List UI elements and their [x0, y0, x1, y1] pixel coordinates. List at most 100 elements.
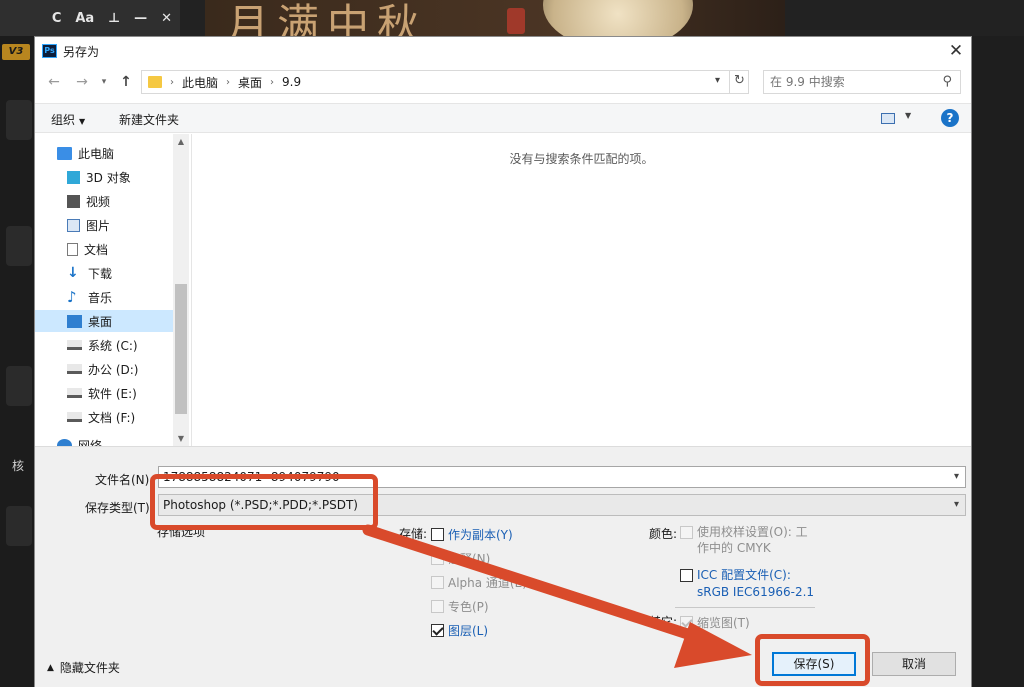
annotation-save-highlight [755, 634, 870, 686]
scroll-down-icon[interactable]: ▼ [173, 434, 189, 443]
view-mode-icon[interactable] [881, 113, 895, 124]
canvas-banner: 月满中秋 [205, 0, 785, 36]
tree-item-documents[interactable]: 文档 [35, 238, 173, 260]
filetype-label: 保存类型(T): [85, 501, 154, 515]
address-dropdown-icon[interactable]: ▾ [715, 75, 720, 86]
layers-label: 图层(L) [448, 624, 489, 638]
tree-item-videos[interactable]: 视频 [35, 190, 173, 212]
alpha-channels-label: Alpha 通道(E) [448, 576, 527, 590]
breadcrumb-separator: › [226, 76, 231, 88]
download-icon: ↓ [67, 264, 79, 281]
drive-icon [67, 388, 82, 398]
tree-scrollbar[interactable]: ▲ ▼ [173, 134, 189, 446]
tree-item-label: 网络 [78, 438, 103, 447]
as-copy-checkbox[interactable]: 作为副本(Y) [431, 526, 513, 543]
storage-label: 存储: [399, 527, 428, 541]
tree-item-network[interactable]: 网络 [35, 434, 173, 446]
address-bar[interactable]: › 此电脑 › 桌面 › 9.9 ▾ [141, 70, 749, 94]
scrollbar-thumb[interactable] [175, 284, 187, 414]
alpha-channels-checkbox: Alpha 通道(E) [431, 574, 527, 591]
forward-arrow-icon[interactable]: → [73, 73, 91, 91]
icc-profile-label: ICC 配置文件(C): [697, 568, 791, 582]
cube-icon [67, 170, 80, 184]
view-dropdown-icon[interactable]: ▼ [905, 111, 911, 120]
spot-colors-checkbox: 专色(P) [431, 598, 489, 615]
annotation-filetype-highlight [150, 474, 378, 530]
tree-item-label: 3D 对象 [86, 170, 131, 185]
film-icon [67, 194, 80, 208]
search-input[interactable] [770, 75, 930, 89]
thumbnail-label: 缩览图(T) [697, 616, 750, 630]
annotations-checkbox: 注释(N) [431, 550, 490, 567]
search-icon: ⚲ [942, 74, 952, 89]
chevron-down-icon: ▼ [79, 117, 86, 126]
tree-item-drive-d[interactable]: 办公 (D:) [35, 358, 173, 380]
organize-button[interactable]: 组织 ▼ [51, 111, 85, 128]
filename-label: 文件名(N): [95, 473, 154, 487]
tree-item-downloads[interactable]: ↓ 下载 [35, 262, 173, 284]
tree-item-drive-c[interactable]: 系统 (C:) [35, 334, 173, 356]
panel-thumbnail[interactable] [6, 100, 32, 140]
panel-thumbnail[interactable] [6, 506, 32, 546]
as-copy-label: 作为副本(Y) [448, 528, 513, 542]
close-icon[interactable]: ✕ [941, 37, 971, 65]
navigation-tree: 此电脑 3D 对象 视频 图片 文档 ↓ 下载 ♪ 音乐 桌面 系统 (C:) … [35, 134, 189, 446]
icc-profile-checkbox[interactable]: ICC 配置文件(C): sRGB IEC61966-2.1 [680, 567, 814, 601]
tree-item-3d-objects[interactable]: 3D 对象 [35, 166, 173, 188]
minimize-icon[interactable]: — [134, 11, 147, 26]
tree-item-label: 图片 [86, 218, 111, 233]
thumbnail-checkbox: 缩览图(T) [680, 614, 750, 631]
checkbox-box[interactable] [431, 528, 444, 541]
panel-thumbnail[interactable] [6, 226, 32, 266]
tree-item-pictures[interactable]: 图片 [35, 214, 173, 236]
options-divider [675, 607, 815, 608]
right-panel [972, 36, 1024, 687]
version-badge: V3 [2, 44, 30, 60]
panel-thumbnail[interactable] [6, 366, 32, 406]
moon-image [543, 0, 693, 36]
chevron-down-icon[interactable]: ▾ [954, 467, 959, 487]
breadcrumb-desktop[interactable]: 桌面 [238, 74, 262, 91]
tree-item-label: 下载 [88, 266, 113, 281]
breadcrumb-separator: › [270, 76, 275, 88]
tree-item-drive-e[interactable]: 软件 (E:) [35, 382, 173, 404]
proof-setup-checkbox: 使用校样设置(O): 工 作中的 CMYK [680, 525, 808, 556]
recent-chevron-icon[interactable]: ▾ [95, 73, 113, 91]
empty-result-message: 没有与搜索条件匹配的项。 [509, 152, 654, 166]
new-folder-button[interactable]: 新建文件夹 [119, 111, 179, 128]
photoshop-icon: Ps [42, 44, 57, 58]
pin-icon[interactable]: ⊥ [108, 11, 120, 26]
scroll-up-icon[interactable]: ▲ [173, 137, 189, 146]
tree-item-desktop[interactable]: 桌面 [35, 310, 173, 332]
layers-checkbox[interactable]: 图层(L) [431, 622, 488, 639]
checkbox-box [680, 526, 693, 539]
hide-folders-toggle[interactable]: ▲ 隐藏文件夹 [47, 659, 120, 676]
refresh-icon[interactable]: ↻ [729, 70, 749, 94]
icc-profile-value: sRGB IEC61966-2.1 [697, 585, 815, 599]
refresh-icon[interactable]: C [52, 11, 62, 26]
close-panel-icon[interactable]: ✕ [161, 11, 172, 26]
cancel-button[interactable]: 取消 [872, 652, 956, 676]
tree-item-music[interactable]: ♪ 音乐 [35, 286, 173, 308]
checkbox-box[interactable] [431, 624, 444, 637]
chevron-down-icon[interactable]: ▾ [954, 495, 959, 515]
breadcrumb-this-pc[interactable]: 此电脑 [182, 74, 218, 91]
seal-icon [507, 8, 525, 34]
breadcrumb-folder[interactable]: 9.9 [282, 75, 301, 89]
tree-item-drive-f[interactable]: 文档 (F:) [35, 406, 173, 428]
panel-toolbar: C Aa ⊥ — ✕ [0, 0, 180, 36]
back-arrow-icon[interactable]: ← [45, 73, 63, 91]
search-box[interactable]: ⚲ [763, 70, 961, 94]
tree-item-this-pc[interactable]: 此电脑 [35, 142, 173, 164]
help-icon[interactable]: ? [941, 109, 959, 127]
file-list-area[interactable]: 没有与搜索条件匹配的项。 [191, 134, 971, 446]
tree-item-label: 视频 [86, 194, 111, 209]
computer-icon [57, 146, 72, 160]
font-icon[interactable]: Aa [75, 11, 94, 26]
up-arrow-icon[interactable]: ↑ [117, 73, 135, 91]
save-as-dialog: Ps 另存为 ✕ ← → ▾ ↑ › 此电脑 › 桌面 › 9.9 ▾ ↻ ⚲ … [34, 36, 972, 687]
checkbox-box[interactable] [680, 569, 693, 582]
tree-item-label: 办公 (D:) [88, 362, 139, 377]
organize-label: 组织 [51, 113, 76, 127]
banner-text: 月满中秋 [227, 0, 428, 37]
